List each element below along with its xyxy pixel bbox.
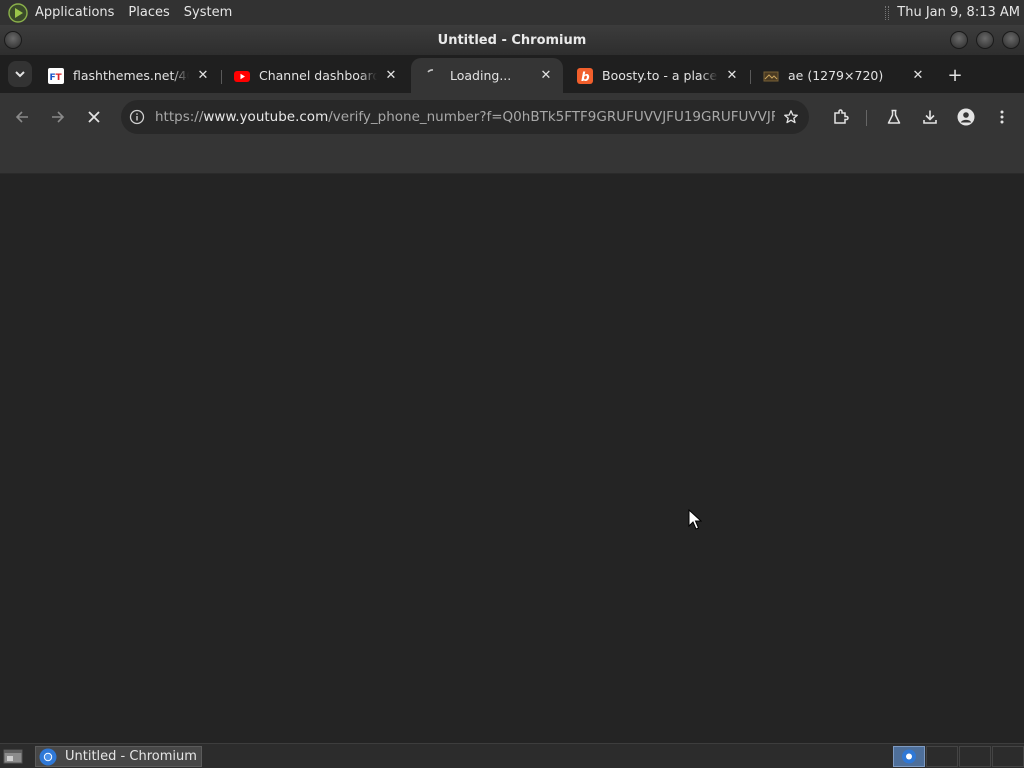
- tab-image-ae[interactable]: ae (1279×720) ✕: [749, 58, 935, 93]
- maximize-button[interactable]: [976, 31, 994, 49]
- tab-title: Channel dashboard: [259, 68, 377, 83]
- taskbar-chromium[interactable]: Untitled - Chromium: [35, 746, 202, 767]
- new-tab-button[interactable]: +: [945, 65, 965, 86]
- chromium-icon: [902, 749, 916, 764]
- url-scheme: https://: [155, 109, 204, 125]
- close-icon[interactable]: ✕: [724, 68, 740, 84]
- download-icon: [923, 110, 937, 124]
- flask-icon: [887, 109, 901, 124]
- chevron-down-icon: [15, 71, 25, 78]
- tab-boosty[interactable]: b Boosty.to - a place w ✕: [563, 58, 749, 93]
- flashthemes-icon: FT: [48, 67, 64, 84]
- window-title: Untitled - Chromium: [437, 32, 587, 48]
- profile-button[interactable]: [954, 105, 978, 129]
- url-text[interactable]: https://www.youtube.com/verify_phone_num…: [155, 109, 775, 125]
- workspace-2[interactable]: [926, 746, 958, 767]
- tab-title: flashthemes.net/40: [73, 68, 189, 83]
- close-icon: [88, 111, 100, 123]
- panel-right-area: Thu Jan 9, 8:13 AM: [885, 0, 1020, 25]
- image-thumbnail-icon: [763, 68, 779, 84]
- clock[interactable]: Thu Jan 9, 8:13 AM: [897, 5, 1020, 20]
- loading-spinner-icon: [425, 68, 441, 84]
- stop-loading-button[interactable]: [82, 105, 106, 129]
- tab-strip: FT flashthemes.net/40 ✕ Channel dashboar…: [0, 55, 1024, 93]
- boosty-icon: b: [577, 67, 593, 84]
- puzzle-icon: [834, 109, 849, 124]
- address-bar[interactable]: https://www.youtube.com/verify_phone_num…: [121, 100, 809, 134]
- menu-places[interactable]: Places: [121, 0, 176, 25]
- arrow-left-icon: [15, 111, 28, 123]
- tab-search-button[interactable]: [8, 61, 32, 87]
- url-path: /verify_phone_number?f=Q0hBTk5FTF9GRUFUV…: [328, 109, 775, 125]
- minimize-button[interactable]: [950, 31, 968, 49]
- url-host: www.youtube.com: [203, 109, 329, 125]
- svg-text:b: b: [581, 70, 590, 84]
- top-panel: Applications Places System Thu Jan 9, 8:…: [0, 0, 1024, 25]
- mouse-cursor-icon: [688, 509, 702, 530]
- tab-title: ae (1279×720): [788, 68, 884, 83]
- close-window-button[interactable]: [1002, 31, 1020, 49]
- bookmarks-bar: [0, 141, 1024, 174]
- site-info-icon[interactable]: [129, 109, 145, 125]
- back-button[interactable]: [10, 105, 34, 129]
- close-icon[interactable]: ✕: [195, 68, 211, 84]
- show-desktop-icon[interactable]: [3, 748, 23, 765]
- youtube-icon: [234, 68, 250, 84]
- window-menu-button[interactable]: [4, 31, 22, 49]
- downloads-button[interactable]: [918, 105, 942, 129]
- chromium-icon: [39, 748, 57, 765]
- tab-channel-dashboard[interactable]: Channel dashboard ✕: [220, 58, 408, 93]
- labs-button[interactable]: [882, 105, 906, 129]
- toolbar-separator: [866, 110, 867, 126]
- menu-applications[interactable]: Applications: [28, 0, 121, 25]
- arrow-right-icon: [52, 111, 65, 123]
- tab-flashthemes[interactable]: FT flashthemes.net/40 ✕: [34, 58, 220, 93]
- svg-text:T: T: [56, 73, 63, 83]
- account-icon: [957, 108, 975, 126]
- page-content[interactable]: [0, 174, 1024, 743]
- workspace-4[interactable]: [992, 746, 1024, 767]
- tab-title: Boosty.to - a place w: [602, 68, 718, 83]
- close-icon[interactable]: ✕: [538, 68, 554, 84]
- forward-button[interactable]: [46, 105, 70, 129]
- panel-handle: [885, 5, 890, 20]
- extensions-button[interactable]: [829, 105, 853, 129]
- kebab-menu-icon: [1000, 110, 1004, 124]
- tab-title: Loading...: [450, 68, 512, 83]
- bookmark-star-icon[interactable]: [783, 109, 799, 125]
- close-icon[interactable]: ✕: [383, 68, 399, 84]
- task-label: Untitled - Chromium: [65, 749, 197, 764]
- bottom-panel: Untitled - Chromium: [0, 743, 1024, 768]
- browser-toolbar: https://www.youtube.com/verify_phone_num…: [0, 93, 1024, 141]
- tab-loading[interactable]: Loading... ✕: [411, 58, 563, 93]
- workspace-1[interactable]: [893, 746, 925, 767]
- window-titlebar[interactable]: Untitled - Chromium: [0, 25, 1024, 55]
- menu-system[interactable]: System: [177, 0, 239, 25]
- os-logo-icon[interactable]: [8, 2, 28, 23]
- workspace-3[interactable]: [959, 746, 991, 767]
- menu-button[interactable]: [990, 105, 1014, 129]
- close-icon[interactable]: ✕: [910, 68, 926, 84]
